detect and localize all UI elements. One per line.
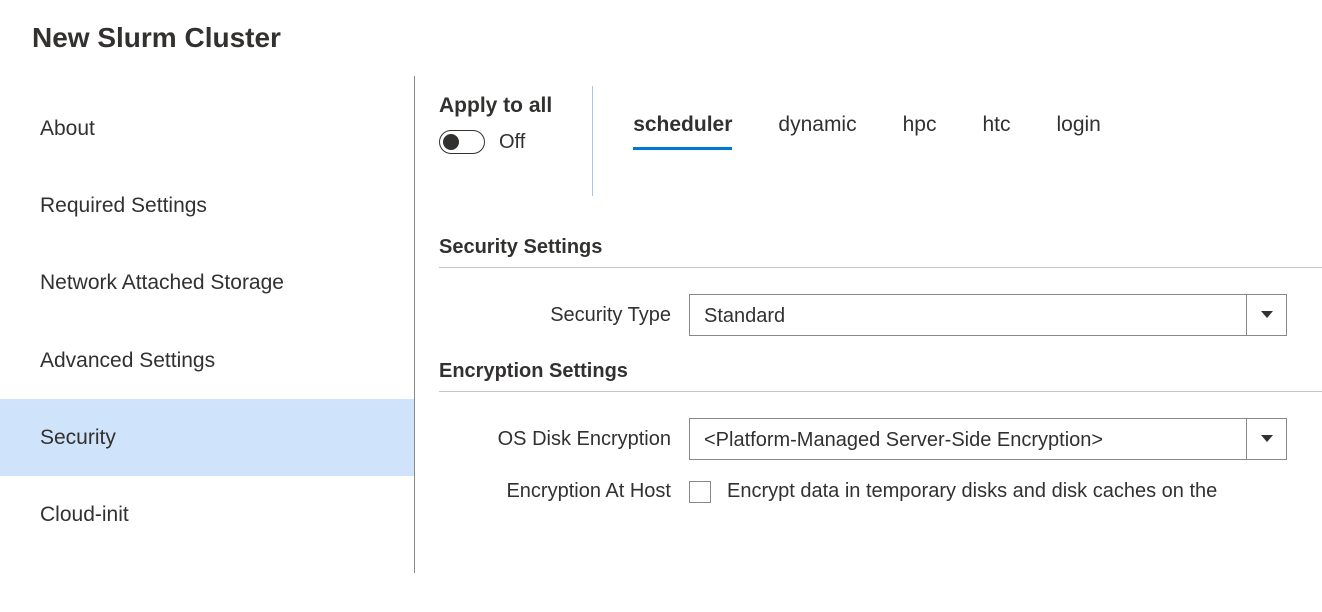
tab-scheduler[interactable]: scheduler	[633, 112, 732, 150]
content-area: About Required Settings Network Attached…	[0, 76, 1322, 573]
page-title: New Slurm Cluster	[0, 0, 1322, 54]
apply-to-all-toggle[interactable]	[439, 130, 485, 154]
encryption-settings-section: Encryption Settings OS Disk Encryption <…	[439, 360, 1322, 503]
encryption-at-host-label: Encryption At Host	[439, 480, 689, 503]
apply-to-all-label: Apply to all	[439, 94, 552, 118]
tab-separator	[592, 86, 593, 196]
tab-dynamic[interactable]: dynamic	[778, 112, 856, 150]
security-settings-section: Security Settings Security Type Standard	[439, 236, 1322, 336]
os-disk-encryption-label: OS Disk Encryption	[439, 428, 689, 451]
security-type-label: Security Type	[439, 304, 689, 327]
sidebar: About Required Settings Network Attached…	[0, 76, 415, 573]
sidebar-item-about[interactable]: About	[0, 90, 414, 167]
tab-htc[interactable]: htc	[982, 112, 1010, 150]
main-panel: Apply to all Off scheduler dynamic hpc h…	[415, 76, 1322, 573]
sidebar-item-security[interactable]: Security	[0, 399, 414, 476]
chevron-down-icon	[1246, 295, 1286, 335]
encryption-at-host-control: Encrypt data in temporary disks and disk…	[689, 480, 1217, 503]
apply-to-all-group: Apply to all Off	[439, 94, 592, 154]
security-type-value: Standard	[690, 295, 1246, 335]
encryption-settings-header: Encryption Settings	[439, 360, 1322, 392]
sidebar-item-advanced-settings[interactable]: Advanced Settings	[0, 322, 414, 399]
os-disk-encryption-dropdown[interactable]: <Platform-Managed Server-Side Encryption…	[689, 418, 1287, 460]
top-row: Apply to all Off scheduler dynamic hpc h…	[439, 94, 1322, 196]
os-disk-encryption-value: <Platform-Managed Server-Side Encryption…	[690, 419, 1246, 459]
security-type-dropdown[interactable]: Standard	[689, 294, 1287, 336]
encryption-at-host-description: Encrypt data in temporary disks and disk…	[727, 480, 1217, 503]
apply-to-all-state: Off	[499, 131, 525, 154]
apply-to-all-toggle-row: Off	[439, 130, 552, 154]
node-tabs: scheduler dynamic hpc htc login	[633, 94, 1101, 150]
encryption-at-host-checkbox[interactable]	[689, 481, 711, 503]
sidebar-item-cloud-init[interactable]: Cloud-init	[0, 476, 414, 553]
encryption-at-host-row: Encryption At Host Encrypt data in tempo…	[439, 480, 1322, 503]
os-disk-encryption-row: OS Disk Encryption <Platform-Managed Ser…	[439, 418, 1322, 460]
toggle-knob-icon	[443, 134, 459, 150]
tab-hpc[interactable]: hpc	[903, 112, 937, 150]
security-settings-header: Security Settings	[439, 236, 1322, 268]
security-type-row: Security Type Standard	[439, 294, 1322, 336]
sidebar-item-network-attached-storage[interactable]: Network Attached Storage	[0, 244, 414, 321]
chevron-down-icon	[1246, 419, 1286, 459]
sidebar-item-required-settings[interactable]: Required Settings	[0, 167, 414, 244]
tab-login[interactable]: login	[1056, 112, 1100, 150]
